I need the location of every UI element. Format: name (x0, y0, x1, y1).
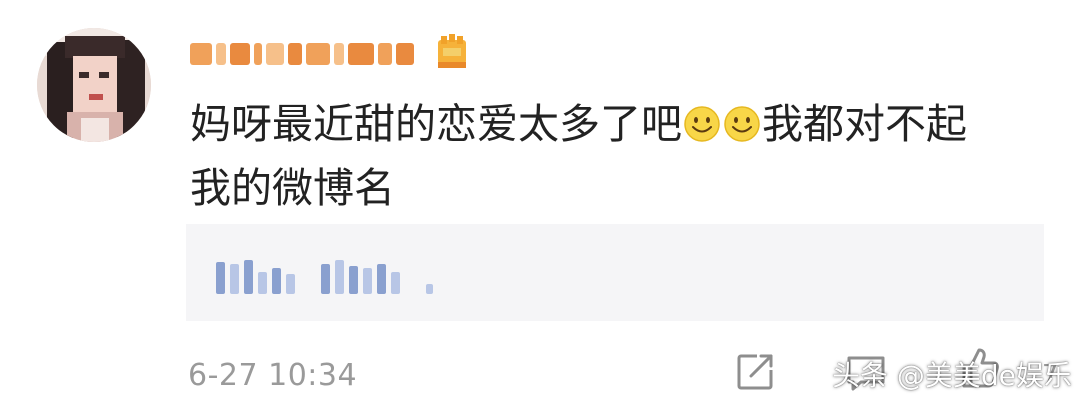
share-icon[interactable] (735, 352, 775, 392)
comment-text-part3: 我的微博名 (190, 164, 395, 212)
comment-text-part1: 妈呀最近甜的恋爱太多了吧 (190, 100, 682, 148)
user-avatar[interactable] (37, 28, 151, 142)
smile-emoji-icon (684, 106, 720, 142)
username-mosaic[interactable] (190, 38, 420, 70)
reply-mosaic (216, 254, 433, 294)
comment-timestamp: 6-27 10:34 (188, 358, 358, 393)
comment-text: 妈呀最近甜的恋爱太多了吧 我都对不起 我的微博名 (190, 92, 1050, 220)
avatar-image (37, 28, 151, 142)
comment-text-part2: 我都对不起 (762, 100, 967, 148)
smile-emoji-icon (724, 106, 760, 142)
watermark-text: 头条 @美美de娱乐 (832, 359, 1072, 392)
reply-preview-box[interactable] (186, 224, 1044, 321)
vip-crown-icon (438, 34, 466, 68)
